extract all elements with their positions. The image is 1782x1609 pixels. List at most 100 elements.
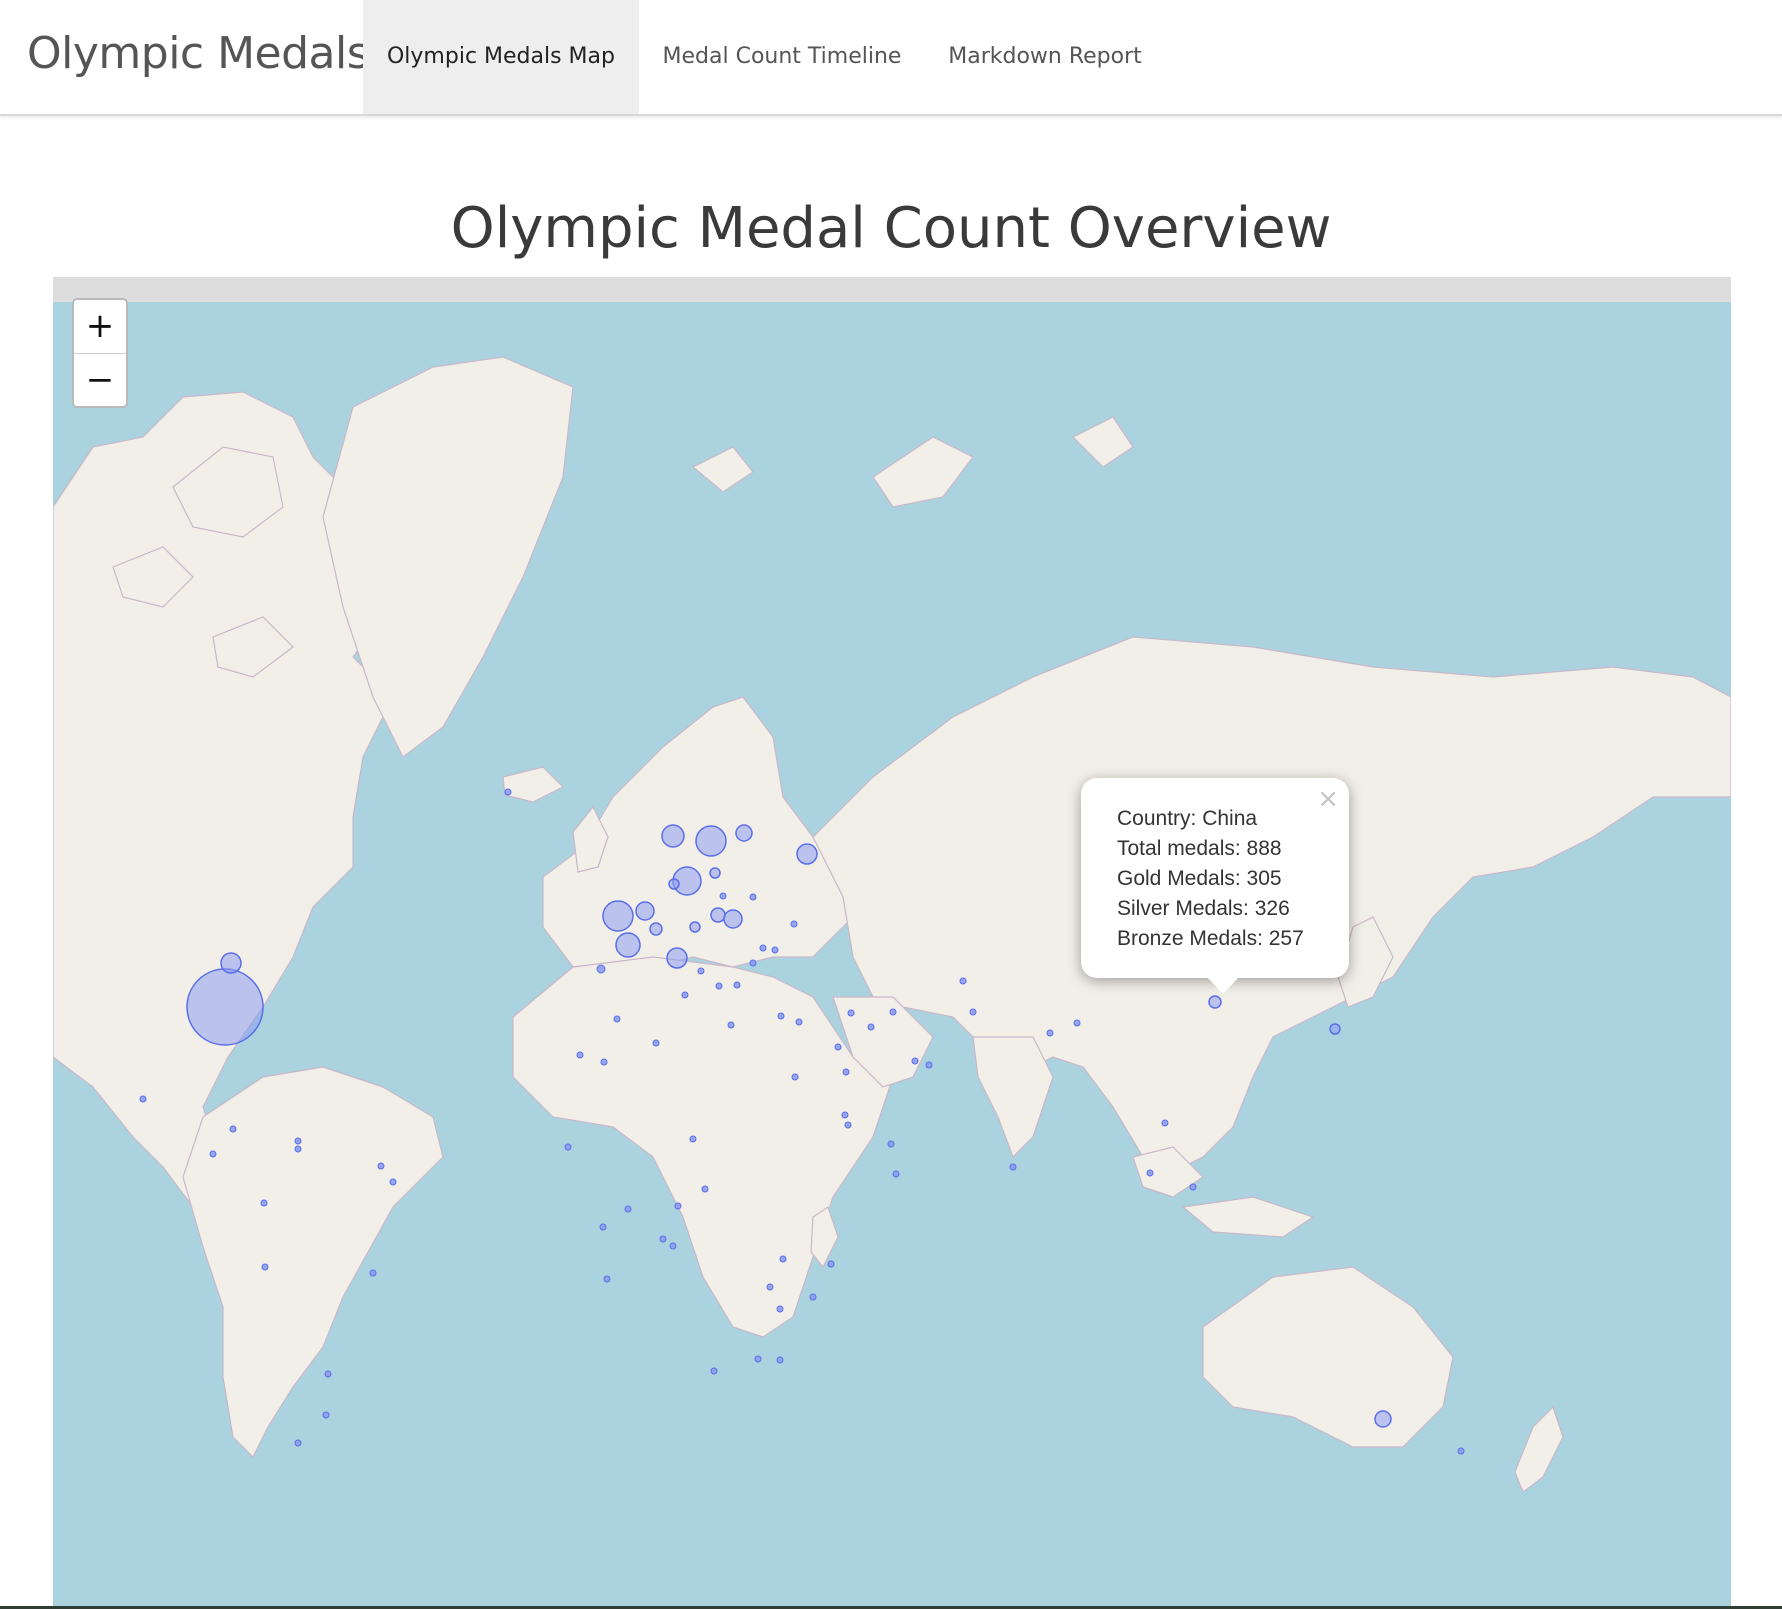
medal-marker[interactable] [261, 1263, 269, 1271]
medal-marker[interactable] [723, 909, 743, 929]
medal-marker[interactable] [701, 1185, 709, 1193]
medal-marker[interactable] [504, 788, 512, 796]
medal-marker[interactable] [719, 892, 727, 900]
medal-marker[interactable] [1457, 1447, 1465, 1455]
tab-olympic-medals-map[interactable]: Olympic Medals Map [363, 0, 639, 114]
zoom-in-button[interactable]: + [74, 300, 126, 353]
medal-marker[interactable] [615, 932, 641, 958]
medal-marker[interactable] [1046, 1029, 1054, 1037]
medal-marker[interactable] [776, 1305, 784, 1313]
medal-marker[interactable] [796, 843, 818, 865]
medal-marker[interactable] [844, 1121, 852, 1129]
medal-marker[interactable] [695, 825, 727, 857]
medal-marker[interactable] [324, 1370, 332, 1378]
medal-marker[interactable] [1146, 1169, 1154, 1177]
medal-marker[interactable] [889, 1008, 897, 1016]
medal-marker[interactable] [294, 1145, 302, 1153]
medal-marker[interactable] [771, 946, 779, 954]
medal-marker[interactable] [377, 1162, 385, 1170]
medal-marker[interactable] [613, 1015, 621, 1023]
medal-marker[interactable] [369, 1269, 377, 1277]
medal-marker[interactable] [847, 1009, 855, 1017]
medal-marker[interactable] [759, 944, 767, 952]
medal-marker[interactable] [294, 1137, 302, 1145]
medal-marker[interactable] [600, 1058, 608, 1066]
medal-marker[interactable] [777, 1012, 785, 1020]
medal-marker[interactable] [887, 1140, 895, 1148]
medal-marker[interactable] [635, 901, 655, 921]
medal-marker[interactable] [689, 1135, 697, 1143]
medal-marker[interactable] [596, 964, 606, 974]
medal-marker[interactable] [260, 1199, 268, 1207]
medal-marker[interactable] [727, 1021, 735, 1029]
world-map[interactable] [53, 277, 1731, 1609]
medal-marker[interactable] [668, 878, 680, 890]
page-title: Olympic Medal Count Overview [450, 196, 1332, 261]
medal-marker[interactable] [1208, 995, 1222, 1009]
medal-marker[interactable] [959, 977, 967, 985]
medal-marker[interactable] [925, 1061, 933, 1069]
medal-marker[interactable] [1374, 1410, 1392, 1428]
medal-marker[interactable] [733, 981, 741, 989]
medal-marker[interactable] [661, 824, 685, 848]
medal-marker[interactable] [139, 1095, 147, 1103]
medal-marker[interactable] [681, 991, 689, 999]
medal-marker[interactable] [599, 1223, 607, 1231]
medal-marker[interactable] [795, 1018, 803, 1026]
medal-marker[interactable] [1161, 1119, 1169, 1127]
medal-marker[interactable] [749, 893, 757, 901]
medal-marker[interactable] [689, 921, 701, 933]
map-canvas[interactable] [53, 277, 1731, 1609]
popup-close-button[interactable]: × [1317, 784, 1339, 814]
medal-marker[interactable] [715, 982, 723, 990]
medal-marker[interactable] [576, 1051, 584, 1059]
medal-marker[interactable] [710, 1367, 718, 1375]
medal-marker[interactable] [186, 968, 264, 1046]
medal-marker[interactable] [749, 959, 757, 967]
medal-marker[interactable] [735, 824, 753, 842]
popup-silver-medals: Silver Medals: 326 [1117, 897, 1290, 920]
medal-marker[interactable] [809, 1293, 817, 1301]
medal-marker[interactable] [834, 1043, 842, 1051]
medal-marker[interactable] [892, 1170, 900, 1178]
medal-marker[interactable] [709, 867, 721, 879]
medal-marker[interactable] [1329, 1023, 1341, 1035]
medal-marker[interactable] [669, 1242, 677, 1250]
medal-marker[interactable] [659, 1235, 667, 1243]
medal-marker[interactable] [911, 1057, 919, 1065]
medal-marker[interactable] [1073, 1019, 1081, 1027]
medal-marker[interactable] [791, 1073, 799, 1081]
medal-marker[interactable] [1009, 1163, 1017, 1171]
medal-marker[interactable] [867, 1023, 875, 1031]
medal-marker[interactable] [842, 1068, 850, 1076]
medal-marker[interactable] [790, 920, 798, 928]
medal-marker[interactable] [674, 1202, 682, 1210]
medal-marker[interactable] [603, 1275, 611, 1283]
tab-markdown-report[interactable]: Markdown Report [925, 0, 1165, 114]
medal-marker[interactable] [322, 1411, 330, 1419]
medal-marker[interactable] [710, 907, 726, 923]
medal-marker[interactable] [602, 900, 634, 932]
brand-title[interactable]: Olympic Medals [27, 28, 370, 79]
medal-marker[interactable] [766, 1283, 774, 1291]
medal-marker[interactable] [754, 1355, 762, 1363]
medal-marker[interactable] [1189, 1183, 1197, 1191]
medal-marker[interactable] [652, 1039, 660, 1047]
zoom-out-button[interactable]: − [74, 353, 126, 407]
medal-marker[interactable] [564, 1143, 572, 1151]
medal-marker[interactable] [776, 1356, 784, 1364]
medal-marker[interactable] [389, 1178, 397, 1186]
medal-marker[interactable] [827, 1260, 835, 1268]
medal-marker[interactable] [229, 1125, 237, 1133]
medal-marker[interactable] [969, 1008, 977, 1016]
medal-marker[interactable] [649, 922, 663, 936]
medal-marker[interactable] [220, 952, 242, 974]
medal-marker[interactable] [209, 1150, 217, 1158]
medal-marker[interactable] [624, 1205, 632, 1213]
medal-marker[interactable] [697, 967, 705, 975]
tab-medal-count-timeline[interactable]: Medal Count Timeline [639, 0, 925, 114]
medal-marker[interactable] [779, 1255, 787, 1263]
medal-marker[interactable] [666, 947, 688, 969]
medal-marker[interactable] [294, 1439, 302, 1447]
medal-marker[interactable] [841, 1111, 849, 1119]
